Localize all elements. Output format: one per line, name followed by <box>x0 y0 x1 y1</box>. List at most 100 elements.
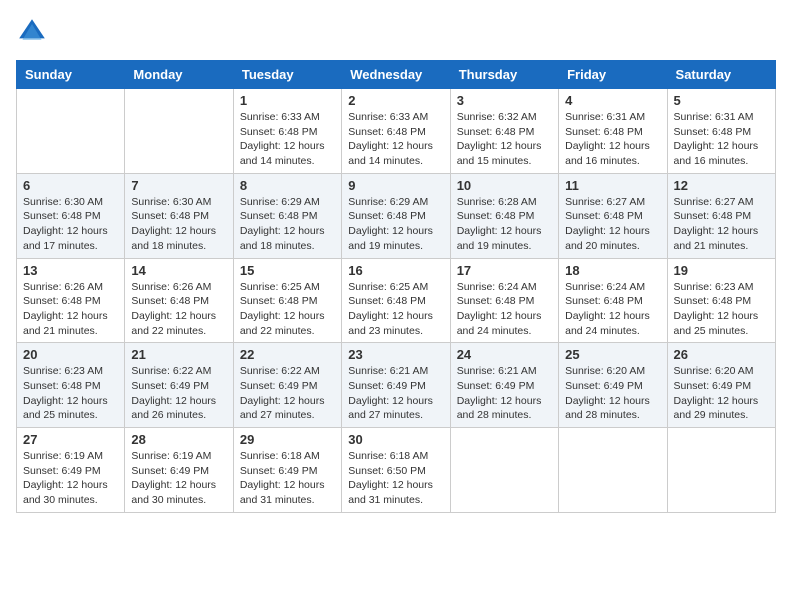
calendar-cell: 13Sunrise: 6:26 AMSunset: 6:48 PMDayligh… <box>17 258 125 343</box>
day-info: Sunrise: 6:29 AMSunset: 6:48 PMDaylight:… <box>348 195 443 254</box>
calendar-cell: 25 Sunrise: 6:20 AMSunset: 6:49 PMDayligh… <box>559 343 667 428</box>
day-number: 9 <box>348 178 443 193</box>
day-number: 28 <box>131 432 226 447</box>
day-number: 22 <box>240 347 335 362</box>
day-number: 23 <box>348 347 443 362</box>
day-number: 11 <box>565 178 660 193</box>
calendar-cell: 4 Sunrise: 6:31 AMSunset: 6:48 PMDaylight… <box>559 89 667 174</box>
day-number: 10 <box>457 178 552 193</box>
day-info: Sunrise: 6:20 AMSunset: 6:49 PMDaylight:… <box>565 364 660 423</box>
calendar-header-row: SundayMondayTuesdayWednesdayThursdayFrid… <box>17 61 776 89</box>
day-info: Sunrise: 6:21 AMSunset: 6:49 PMDaylight:… <box>348 364 443 423</box>
calendar-cell: 14 Sunrise: 6:26 AMSunset: 6:48 PMDayligh… <box>125 258 233 343</box>
week-row-4: 20 Sunrise: 6:23 AMSunset: 6:48 PMDayligh… <box>17 343 776 428</box>
page-header <box>16 16 776 48</box>
calendar-cell: 16 Sunrise: 6:25 AMSunset: 6:48 PMDayligh… <box>342 258 450 343</box>
day-info: Sunrise: 6:31 AMSunset: 6:48 PMDaylight:… <box>674 110 769 169</box>
col-header-sunday: Sunday <box>17 61 125 89</box>
day-info: Sunrise: 6:32 AMSunset: 6:48 PMDaylight:… <box>457 110 552 169</box>
day-number: 3 <box>457 93 552 108</box>
day-number: 17 <box>457 263 552 278</box>
calendar-cell: 1Sunrise: 6:33 AMSunset: 6:48 PMDaylight… <box>233 89 341 174</box>
calendar-cell: 21 Sunrise: 6:22 AMSunset: 6:49 PMDayligh… <box>125 343 233 428</box>
calendar-cell: 27 Sunrise: 6:19 AMSunset: 6:49 PMDayligh… <box>17 428 125 513</box>
day-info: Sunrise: 6:33 AMSunset: 6:48 PMDaylight:… <box>240 110 335 169</box>
logo <box>16 16 52 48</box>
day-info: Sunrise: 6:19 AMSunset: 6:49 PMDaylight:… <box>131 449 226 508</box>
calendar-cell: 30 Sunrise: 6:18 AMSunset: 6:50 PMDayligh… <box>342 428 450 513</box>
calendar-table: SundayMondayTuesdayWednesdayThursdayFrid… <box>16 60 776 513</box>
calendar-cell: 19 Sunrise: 6:23 AMSunset: 6:48 PMDayligh… <box>667 258 775 343</box>
day-info: Sunrise: 6:23 AMSunset: 6:48 PMDaylight:… <box>674 280 769 339</box>
day-number: 13 <box>23 263 118 278</box>
day-number: 24 <box>457 347 552 362</box>
day-number: 2 <box>348 93 443 108</box>
calendar-cell <box>667 428 775 513</box>
calendar-cell: 15 Sunrise: 6:25 AMSunset: 6:48 PMDayligh… <box>233 258 341 343</box>
col-header-monday: Monday <box>125 61 233 89</box>
day-number: 29 <box>240 432 335 447</box>
calendar-cell: 10 Sunrise: 6:28 AMSunset: 6:48 PMDayligh… <box>450 173 558 258</box>
day-info: Sunrise: 6:24 AMSunset: 6:48 PMDaylight:… <box>565 280 660 339</box>
calendar-cell: 11 Sunrise: 6:27 AMSunset: 6:48 PMDayligh… <box>559 173 667 258</box>
day-info: Sunrise: 6:24 AMSunset: 6:48 PMDaylight:… <box>457 280 552 339</box>
day-number: 25 <box>565 347 660 362</box>
day-info: Sunrise: 6:26 AMSunset: 6:48 PMDaylight:… <box>131 280 226 339</box>
day-info: Sunrise: 6:25 AMSunset: 6:48 PMDaylight:… <box>240 280 335 339</box>
day-number: 14 <box>131 263 226 278</box>
calendar-cell: 6Sunrise: 6:30 AMSunset: 6:48 PMDaylight… <box>17 173 125 258</box>
week-row-1: 1Sunrise: 6:33 AMSunset: 6:48 PMDaylight… <box>17 89 776 174</box>
calendar-cell: 22 Sunrise: 6:22 AMSunset: 6:49 PMDayligh… <box>233 343 341 428</box>
col-header-saturday: Saturday <box>667 61 775 89</box>
calendar-cell: 3 Sunrise: 6:32 AMSunset: 6:48 PMDaylight… <box>450 89 558 174</box>
day-info: Sunrise: 6:22 AMSunset: 6:49 PMDaylight:… <box>240 364 335 423</box>
day-info: Sunrise: 6:25 AMSunset: 6:48 PMDaylight:… <box>348 280 443 339</box>
day-number: 26 <box>674 347 769 362</box>
week-row-2: 6Sunrise: 6:30 AMSunset: 6:48 PMDaylight… <box>17 173 776 258</box>
calendar-cell: 26 Sunrise: 6:20 AMSunset: 6:49 PMDayligh… <box>667 343 775 428</box>
day-info: Sunrise: 6:20 AMSunset: 6:49 PMDaylight:… <box>674 364 769 423</box>
calendar-cell: 24 Sunrise: 6:21 AMSunset: 6:49 PMDayligh… <box>450 343 558 428</box>
day-info: Sunrise: 6:33 AMSunset: 6:48 PMDaylight:… <box>348 110 443 169</box>
day-info: Sunrise: 6:18 AMSunset: 6:49 PMDaylight:… <box>240 449 335 508</box>
calendar-cell: 17 Sunrise: 6:24 AMSunset: 6:48 PMDayligh… <box>450 258 558 343</box>
day-info: Sunrise: 6:22 AMSunset: 6:49 PMDaylight:… <box>131 364 226 423</box>
calendar-cell: 9 Sunrise: 6:29 AMSunset: 6:48 PMDaylight… <box>342 173 450 258</box>
day-number: 30 <box>348 432 443 447</box>
day-info: Sunrise: 6:18 AMSunset: 6:50 PMDaylight:… <box>348 449 443 508</box>
calendar-cell <box>125 89 233 174</box>
day-info: Sunrise: 6:19 AMSunset: 6:49 PMDaylight:… <box>23 449 118 508</box>
day-info: Sunrise: 6:28 AMSunset: 6:48 PMDaylight:… <box>457 195 552 254</box>
calendar-cell: 2 Sunrise: 6:33 AMSunset: 6:48 PMDaylight… <box>342 89 450 174</box>
day-number: 21 <box>131 347 226 362</box>
day-info: Sunrise: 6:27 AMSunset: 6:48 PMDaylight:… <box>674 195 769 254</box>
day-number: 8 <box>240 178 335 193</box>
day-number: 16 <box>348 263 443 278</box>
day-number: 20 <box>23 347 118 362</box>
calendar-cell: 28 Sunrise: 6:19 AMSunset: 6:49 PMDayligh… <box>125 428 233 513</box>
day-info: Sunrise: 6:30 AMSunset: 6:48 PMDaylight:… <box>131 195 226 254</box>
day-info: Sunrise: 6:30 AMSunset: 6:48 PMDaylight:… <box>23 195 118 254</box>
calendar-cell: 20 Sunrise: 6:23 AMSunset: 6:48 PMDayligh… <box>17 343 125 428</box>
day-number: 19 <box>674 263 769 278</box>
day-number: 4 <box>565 93 660 108</box>
day-info: Sunrise: 6:29 AMSunset: 6:48 PMDaylight:… <box>240 195 335 254</box>
col-header-wednesday: Wednesday <box>342 61 450 89</box>
col-header-friday: Friday <box>559 61 667 89</box>
calendar-cell: 8 Sunrise: 6:29 AMSunset: 6:48 PMDaylight… <box>233 173 341 258</box>
col-header-tuesday: Tuesday <box>233 61 341 89</box>
day-number: 27 <box>23 432 118 447</box>
calendar-cell: 7 Sunrise: 6:30 AMSunset: 6:48 PMDaylight… <box>125 173 233 258</box>
calendar-cell <box>450 428 558 513</box>
day-number: 12 <box>674 178 769 193</box>
day-info: Sunrise: 6:31 AMSunset: 6:48 PMDaylight:… <box>565 110 660 169</box>
day-info: Sunrise: 6:27 AMSunset: 6:48 PMDaylight:… <box>565 195 660 254</box>
day-number: 15 <box>240 263 335 278</box>
day-number: 7 <box>131 178 226 193</box>
calendar-cell: 23 Sunrise: 6:21 AMSunset: 6:49 PMDayligh… <box>342 343 450 428</box>
logo-icon <box>16 16 48 48</box>
day-info: Sunrise: 6:21 AMSunset: 6:49 PMDaylight:… <box>457 364 552 423</box>
week-row-5: 27 Sunrise: 6:19 AMSunset: 6:49 PMDayligh… <box>17 428 776 513</box>
day-number: 18 <box>565 263 660 278</box>
day-info: Sunrise: 6:23 AMSunset: 6:48 PMDaylight:… <box>23 364 118 423</box>
